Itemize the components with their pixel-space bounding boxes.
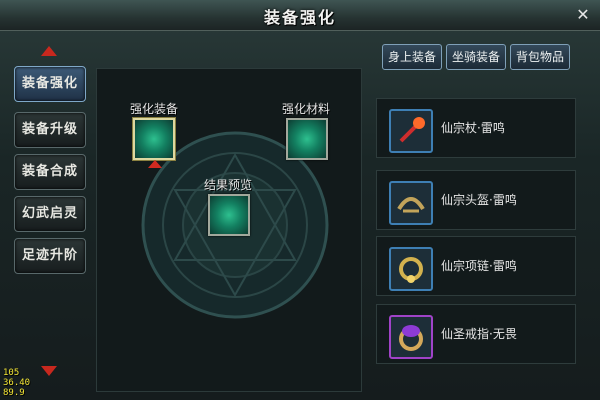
close-icon[interactable]: ✕: [574, 6, 592, 24]
item-name: 仙圣戒指·无畏: [441, 327, 517, 341]
fps-line: 89.9: [3, 388, 25, 398]
equipment-source-tabs: 身上装备 坐骑装备 背包物品: [382, 44, 582, 70]
preview-label: 结果预览: [204, 178, 253, 192]
tab-upgrade[interactable]: 装备升级: [14, 112, 86, 148]
equipment-enhance-window: 装备强化 ✕ 装备强化 装备升级 装备合成 幻武启灵 足迹升阶 强化装备 强化材…: [0, 0, 600, 400]
list-item[interactable]: 仙宗项链·雷鸣: [376, 236, 576, 296]
enhance-equip-label: 强化装备: [130, 102, 179, 116]
necklace-icon: [389, 247, 433, 291]
tab-footprint[interactable]: 足迹升阶: [14, 238, 86, 274]
tab-mount-equip[interactable]: 坐骑装备: [446, 44, 506, 70]
scroll-up-icon[interactable]: [41, 46, 57, 56]
enhance-material-slot[interactable]: [286, 118, 328, 160]
item-name: 仙宗杖·雷鸣: [441, 121, 505, 135]
up-arrow-icon: [148, 160, 162, 168]
fps-line: 36.40: [3, 378, 31, 388]
scroll-down-icon[interactable]: [41, 366, 57, 376]
tab-enhance[interactable]: 装备强化: [14, 66, 86, 102]
item-name: 仙宗头盔·雷鸣: [441, 193, 517, 207]
title-bar: 装备强化 ✕: [0, 0, 600, 31]
enhance-equip-slot[interactable]: [133, 118, 175, 160]
left-tab-bar: 装备强化 装备升级 装备合成 幻武启灵 足迹升阶: [10, 40, 90, 390]
tab-combine[interactable]: 装备合成: [14, 154, 86, 190]
fps-overlay: 105 36.40 89.9: [3, 368, 30, 398]
tab-body-equip[interactable]: 身上装备: [382, 44, 442, 70]
fps-line: 105: [3, 368, 20, 378]
tab-bag-items[interactable]: 背包物品: [510, 44, 570, 70]
item-name: 仙宗项链·雷鸣: [441, 259, 517, 273]
tab-spirit[interactable]: 幻武启灵: [14, 196, 86, 232]
list-item[interactable]: 仙宗杖·雷鸣: [376, 98, 576, 158]
enhance-material-label: 强化材料: [282, 102, 331, 116]
list-item[interactable]: 仙宗头盔·雷鸣: [376, 170, 576, 230]
preview-slot[interactable]: [208, 194, 250, 236]
list-item[interactable]: 仙圣戒指·无畏: [376, 304, 576, 364]
window-title: 装备强化: [263, 8, 336, 27]
ring-icon: [389, 315, 433, 359]
equipment-list: 仙宗杖·雷鸣 仙宗头盔·雷鸣 仙宗项链·雷鸣 仙圣戒指·无畏: [376, 88, 576, 388]
helmet-icon: [389, 181, 433, 225]
staff-icon: [389, 109, 433, 153]
